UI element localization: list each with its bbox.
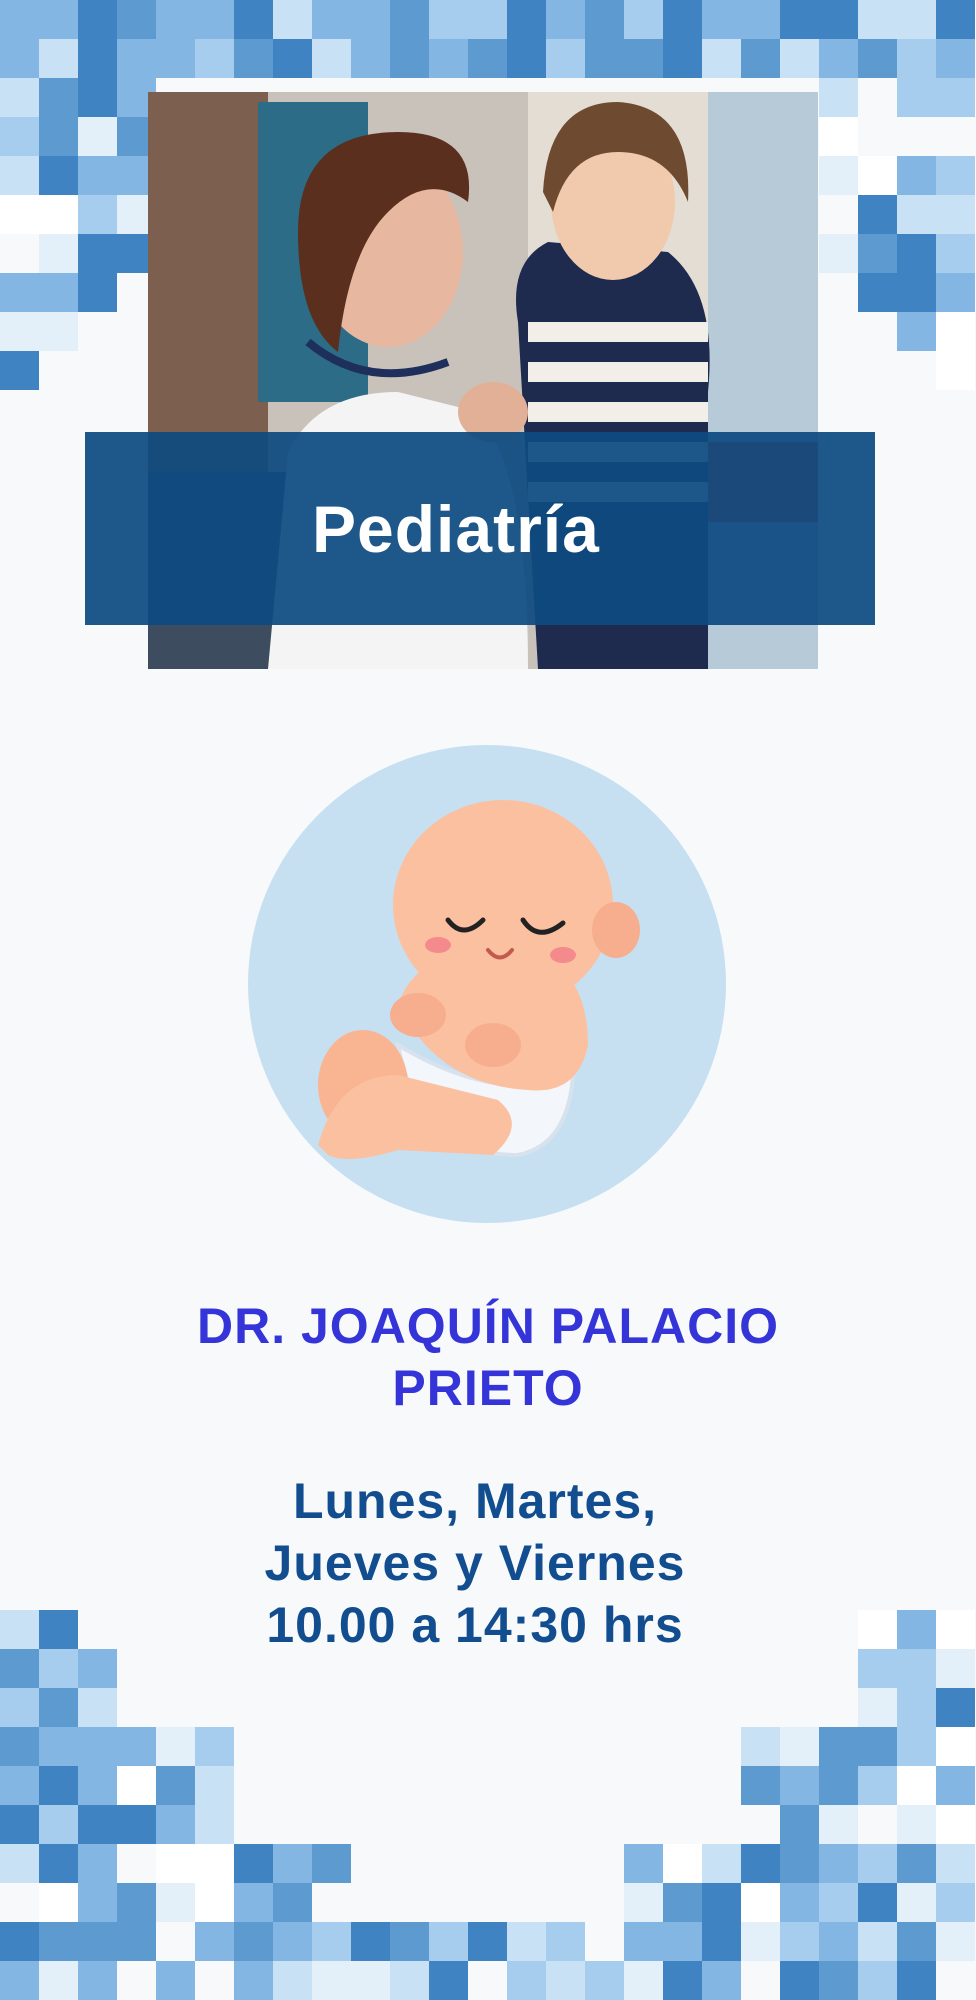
schedule-hours: 10.00 a 14:30 hrs	[266, 1597, 684, 1653]
schedule-days-line-2: Jueves y Viernes	[264, 1535, 686, 1591]
schedule: Lunes, Martes, Jueves y Viernes 10.00 a …	[0, 1470, 950, 1656]
doctor-name-line-1: DR. JOAQUÍN PALACIO	[197, 1298, 779, 1354]
page-title: Pediatría	[312, 491, 600, 566]
title-banner: Pediatría	[85, 432, 875, 625]
schedule-days-line-1: Lunes, Martes,	[292, 1473, 658, 1529]
doctor-name: DR. JOAQUÍN PALACIO PRIETO	[0, 1295, 976, 1419]
sleeping-baby-icon	[248, 745, 726, 1223]
doctor-name-line-2: PRIETO	[392, 1360, 584, 1416]
